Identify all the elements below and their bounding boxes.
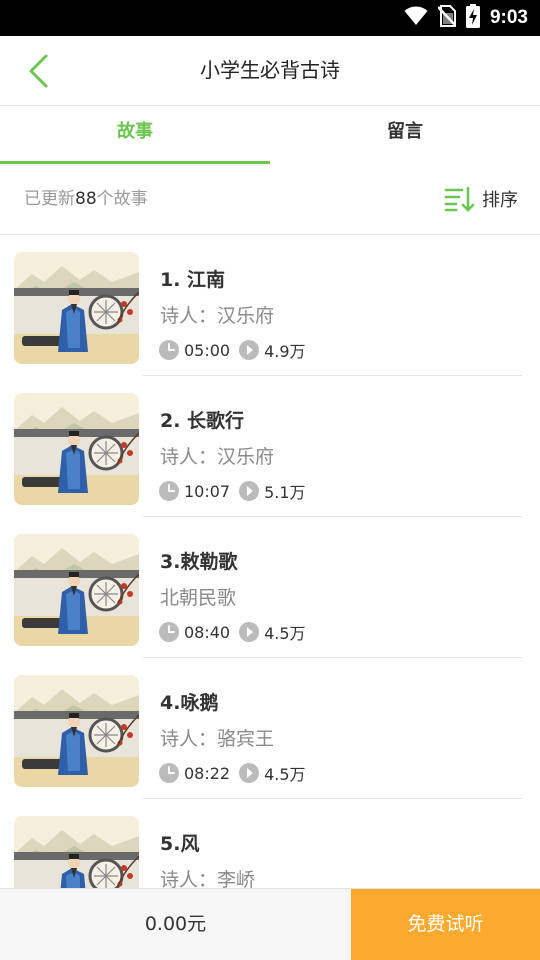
- story-thumbnail: [14, 393, 139, 505]
- sort-button[interactable]: 排序: [444, 182, 518, 216]
- story-item[interactable]: 2. 长歌行 诗人：汉乐府 10:07 5.1万: [0, 376, 540, 517]
- story-list: 1. 江南 诗人：汉乐府 05:00 4.9万 2. 长歌行 诗人：汉乐府 10…: [0, 235, 540, 888]
- story-author: 诗人：汉乐府: [160, 446, 275, 468]
- story-item[interactable]: 5.风 诗人：李峤: [0, 799, 540, 888]
- story-meta: 08:40 4.5万: [158, 620, 306, 644]
- story-item[interactable]: 3.敕勒歌 北朝民歌 08:40 4.5万: [0, 517, 540, 658]
- story-thumbnail: [14, 816, 139, 888]
- story-meta: 05:00 4.9万: [158, 338, 306, 362]
- wifi-icon: [404, 6, 428, 30]
- status-time: 9:03: [489, 7, 528, 28]
- clock-icon: [158, 621, 180, 643]
- story-duration: 05:00: [184, 340, 231, 360]
- story-plays: 4.5万: [264, 624, 306, 643]
- tab-stories[interactable]: 故事: [0, 106, 270, 164]
- chevron-left-icon: [29, 54, 48, 88]
- status-bar: 9:03: [0, 0, 540, 36]
- story-duration: 08:40: [184, 622, 231, 642]
- play-icon: [238, 621, 260, 643]
- tab-bar: 故事 留言: [0, 106, 540, 164]
- play-icon: [238, 339, 260, 361]
- story-plays: 4.5万: [264, 765, 306, 784]
- story-title: 4.咏鹅: [160, 692, 219, 714]
- battery-charging-icon: [465, 4, 480, 32]
- story-meta: 08:22 4.5万: [158, 761, 306, 785]
- story-meta: 10:07 5.1万: [158, 479, 306, 503]
- story-plays: 5.1万: [264, 483, 306, 502]
- story-duration: 08:22: [184, 763, 231, 783]
- clock-icon: [158, 762, 180, 784]
- page-title: 小学生必背古诗: [200, 58, 340, 82]
- tab-messages[interactable]: 留言: [270, 106, 540, 164]
- story-title: 2. 长歌行: [160, 410, 245, 432]
- story-count: 88: [75, 189, 97, 209]
- story-item[interactable]: 4.咏鹅 诗人：骆宾王 08:22 4.5万: [0, 658, 540, 799]
- story-thumbnail: [14, 675, 139, 787]
- sort-label: 排序: [482, 190, 518, 211]
- price-label: 0.00元: [144, 913, 207, 935]
- story-author: 北朝民歌: [160, 587, 237, 609]
- status-icons: 9:03: [404, 0, 528, 36]
- update-summary: 已更新88个故事: [24, 164, 148, 234]
- play-icon: [238, 762, 260, 784]
- story-title: 1. 江南: [160, 269, 226, 291]
- free-trial-button[interactable]: 免费试听: [351, 889, 540, 960]
- story-thumbnail: [14, 534, 139, 646]
- summary-prefix: 已更新: [24, 189, 75, 209]
- story-author: 诗人：骆宾王: [160, 728, 275, 750]
- play-icon: [238, 480, 260, 502]
- bottom-bar: 0.00元 免费试听: [0, 888, 540, 960]
- navigation-bar: 小学生必背古诗: [0, 36, 540, 106]
- story-author: 诗人：汉乐府: [160, 305, 275, 327]
- back-button[interactable]: [18, 50, 58, 92]
- summary-suffix: 个故事: [96, 189, 148, 209]
- summary-bar: 已更新88个故事 排序: [0, 164, 540, 235]
- clock-icon: [158, 339, 180, 361]
- story-title: 5.风: [160, 833, 200, 855]
- clock-icon: [158, 480, 180, 502]
- story-thumbnail: [14, 252, 139, 364]
- story-duration: 10:07: [184, 481, 231, 501]
- story-author: 诗人：李峤: [160, 869, 256, 888]
- story-plays: 4.9万: [264, 342, 306, 361]
- story-title: 3.敕勒歌: [160, 551, 238, 573]
- no-sim-icon: [437, 5, 457, 31]
- sort-icon: [444, 186, 475, 212]
- story-item[interactable]: 1. 江南 诗人：汉乐府 05:00 4.9万: [0, 235, 540, 376]
